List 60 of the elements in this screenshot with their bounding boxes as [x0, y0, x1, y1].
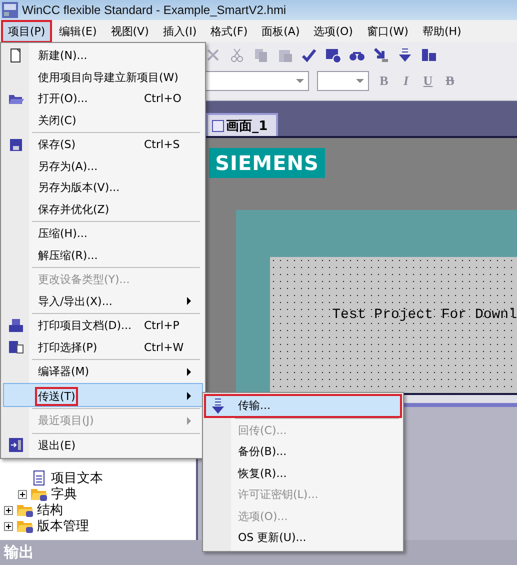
- menu-item[interactable]: 传输...: [205, 395, 401, 416]
- menu-item[interactable]: 帮助(H): [416, 20, 468, 42]
- submenu-arrow-icon: [186, 416, 192, 425]
- menu-item[interactable]: 保存并优化(Z): [3, 198, 203, 220]
- menu-item[interactable]: 打开(O)... Ctrl+O: [3, 88, 203, 110]
- menu-item[interactable]: 打印选择(P) Ctrl+W: [3, 336, 203, 358]
- menu-item[interactable]: 项目(P): [2, 20, 52, 42]
- screen-icon: [212, 120, 224, 132]
- menu-item[interactable]: 格式(F): [204, 20, 254, 42]
- item-icon: [8, 318, 24, 334]
- tree-item[interactable]: 版本管理: [37, 517, 89, 535]
- tree-item[interactable]: 结构: [37, 501, 63, 519]
- tree-item[interactable]: 项目文本: [51, 469, 103, 487]
- folder-icon: [16, 502, 34, 518]
- check-icon[interactable]: [301, 47, 317, 63]
- editor-tab[interactable]: 画面_1: [206, 113, 278, 136]
- menu-item[interactable]: 另存为(A)...: [3, 156, 203, 177]
- download-icon: [210, 398, 226, 414]
- screen-icon[interactable]: [325, 47, 341, 63]
- item-icon: [8, 136, 24, 153]
- menu-item[interactable]: 窗口(W): [360, 20, 414, 42]
- menu-item[interactable]: 恢复(R)...: [205, 462, 401, 484]
- menu-item[interactable]: 使用项目向导建立新项目(W): [3, 66, 203, 88]
- screen-text: Test Project For Downl: [332, 307, 517, 323]
- expand-icon[interactable]: [4, 522, 13, 530]
- menu-item[interactable]: 导入/导出(X)...: [3, 290, 203, 312]
- size-dropdown[interactable]: [317, 71, 369, 91]
- folder-icon: [16, 518, 34, 534]
- item-icon: [8, 437, 24, 454]
- expand-icon[interactable]: [4, 506, 13, 514]
- panel-title: 输出: [4, 543, 34, 562]
- window-title: WinCC flexible Standard - Example_SmartV2.hmi: [22, 3, 286, 17]
- menu-item[interactable]: 视图(V): [104, 20, 155, 42]
- menu-item[interactable]: 插入(I): [156, 20, 203, 42]
- menu-item[interactable]: 编辑(E): [53, 20, 103, 42]
- menu-item[interactable]: OS 更新(U)...: [205, 527, 401, 548]
- logo: SIEMENS: [209, 148, 325, 178]
- menu-item[interactable]: 传送(T): [3, 382, 203, 407]
- menu-item[interactable]: 备份(B)...: [205, 441, 401, 462]
- folder-icon: [30, 486, 48, 502]
- caret-icon: [356, 79, 364, 83]
- expand-icon[interactable]: [18, 490, 27, 498]
- menu-item[interactable]: 面板(A): [256, 20, 306, 42]
- menu-item[interactable]: 另存为版本(V)...: [3, 177, 203, 198]
- download-icon[interactable]: [373, 47, 389, 63]
- menu-item[interactable]: 新建(N)...: [3, 45, 203, 66]
- layout-icon[interactable]: [421, 47, 437, 63]
- delete-icon[interactable]: [205, 47, 221, 63]
- menu-item[interactable]: 选项(O): [308, 20, 359, 42]
- caret-icon: [296, 79, 304, 83]
- tree-item[interactable]: 字典: [51, 485, 77, 503]
- menu-item[interactable]: 解压缩(R)...: [3, 244, 203, 266]
- app-icon: [2, 2, 18, 18]
- submenu-arrow-icon: [186, 368, 192, 376]
- font-dropdown[interactable]: [205, 71, 309, 91]
- transfer-icon[interactable]: [397, 47, 413, 63]
- submenu-arrow-icon: [186, 297, 192, 306]
- menu-item[interactable]: 关闭(C): [3, 110, 203, 131]
- submenu-arrow-icon: [186, 392, 192, 400]
- item-icon: [8, 339, 24, 356]
